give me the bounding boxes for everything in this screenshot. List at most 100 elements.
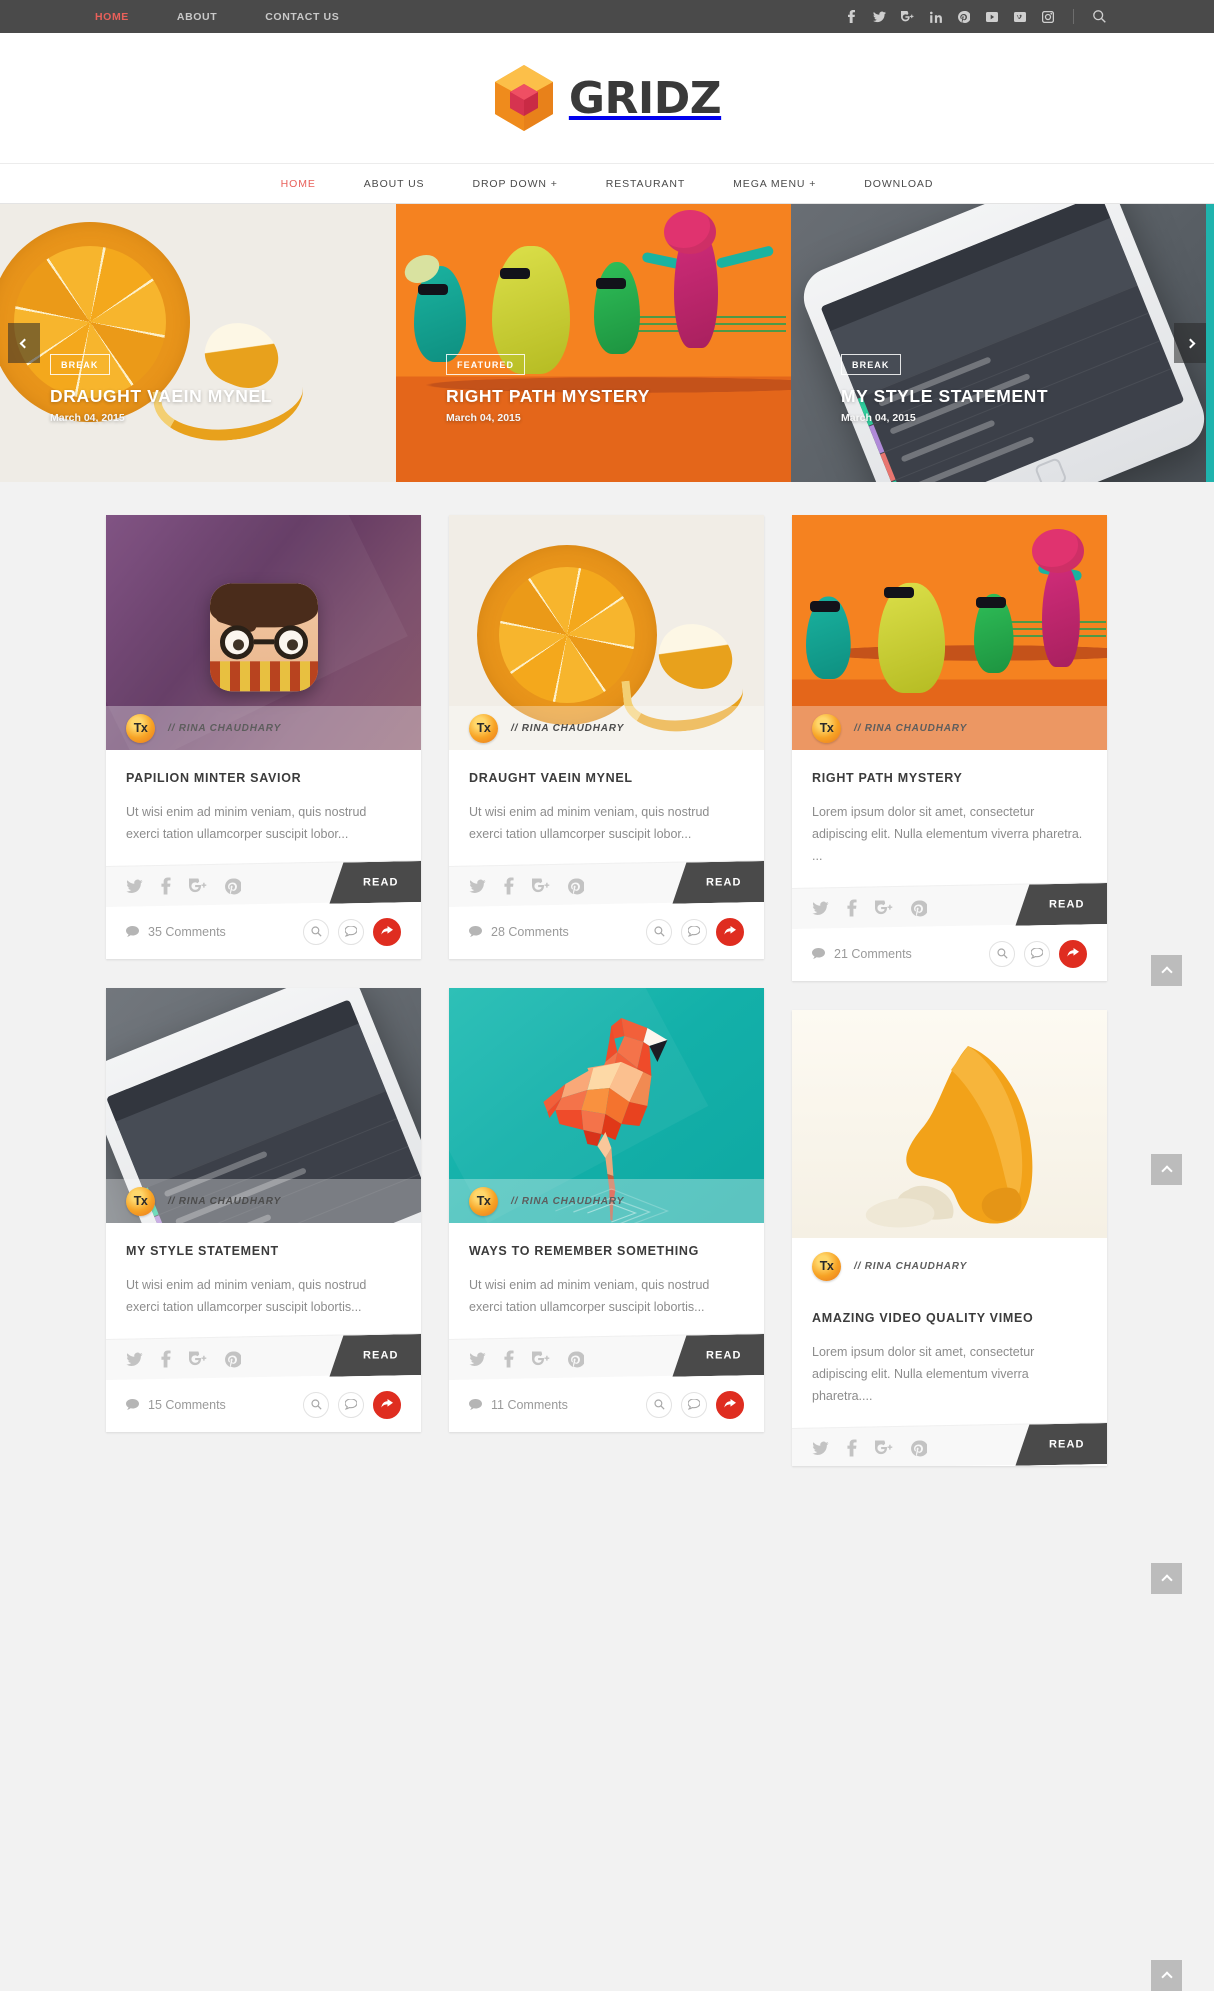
- top-bar: HOME ABOUT CONTACT US: [0, 0, 1214, 33]
- googleplus-icon[interactable]: [189, 1351, 207, 1366]
- pinterest-icon[interactable]: [225, 877, 241, 894]
- post-author: Tx // RINA CHAUDHARY: [449, 1179, 764, 1223]
- slide-my-style-statement[interactable]: BREAK MY STYLE STATEMENT March 04, 2015: [791, 204, 1214, 482]
- comment-count[interactable]: 35 Comments: [126, 925, 226, 939]
- twitter-icon[interactable]: [873, 10, 886, 24]
- search-icon[interactable]: [646, 918, 672, 945]
- pinterest-icon[interactable]: [568, 877, 584, 894]
- googleplus-icon[interactable]: [901, 10, 914, 24]
- comment-count[interactable]: 21 Comments: [812, 947, 912, 961]
- topnav-item-home[interactable]: HOME: [95, 11, 129, 23]
- author-name: // RINA CHAUDHARY: [168, 722, 282, 734]
- nav-item-restaurant[interactable]: RESTAURANT: [606, 178, 685, 190]
- comment-icon[interactable]: [338, 918, 364, 945]
- pinterest-icon[interactable]: [911, 899, 927, 916]
- scroll-to-top-button[interactable]: [1151, 1563, 1182, 1594]
- slide-title: RIGHT PATH MYSTERY: [446, 386, 650, 406]
- share-icon[interactable]: [716, 1390, 744, 1419]
- post-title[interactable]: WAYS TO REMEMBER SOMETHING: [469, 1244, 744, 1258]
- post-thumbnail[interactable]: [792, 1010, 1107, 1238]
- googleplus-icon[interactable]: [875, 1440, 893, 1455]
- post-title[interactable]: MY STYLE STATEMENT: [126, 1244, 401, 1258]
- slider-next-button[interactable]: [1174, 323, 1206, 363]
- slider-prev-button[interactable]: [8, 323, 40, 363]
- avatar: Tx: [469, 1186, 498, 1216]
- post-title[interactable]: AMAZING VIDEO QUALITY VIMEO: [812, 1311, 1087, 1325]
- post-card[interactable]: Tx // RINA CHAUDHARY PAPILION MINTER SAV…: [106, 515, 421, 959]
- facebook-icon[interactable]: [504, 1350, 514, 1368]
- facebook-icon[interactable]: [845, 10, 858, 24]
- linkedin-icon[interactable]: [929, 10, 942, 24]
- facebook-icon[interactable]: [504, 877, 514, 895]
- read-more-button[interactable]: READ: [672, 1334, 764, 1377]
- search-icon[interactable]: [1093, 10, 1106, 24]
- post-author: Tx // RINA CHAUDHARY: [106, 706, 421, 750]
- read-more-button[interactable]: READ: [329, 1334, 421, 1377]
- topnav-item-about[interactable]: ABOUT: [177, 11, 217, 23]
- slide-right-path-mystery[interactable]: FEATURED RIGHT PATH MYSTERY March 04, 20…: [396, 204, 791, 482]
- topnav-item-contact-us[interactable]: CONTACT US: [265, 11, 339, 23]
- read-more-button[interactable]: READ: [329, 861, 421, 904]
- clay-characters-artwork: [396, 204, 791, 482]
- twitter-icon[interactable]: [126, 1351, 143, 1366]
- share-icon[interactable]: [373, 1390, 401, 1419]
- read-more-button[interactable]: READ: [1015, 1423, 1107, 1466]
- search-icon[interactable]: [989, 940, 1015, 967]
- scroll-to-top-button[interactable]: [1151, 1154, 1182, 1185]
- pinterest-icon[interactable]: [568, 1350, 584, 1367]
- nav-item-mega-menu[interactable]: MEGA MENU +: [733, 178, 816, 190]
- googleplus-icon[interactable]: [532, 878, 550, 893]
- share-icon[interactable]: [373, 917, 401, 946]
- instagram-icon[interactable]: [1041, 10, 1054, 24]
- nav-item-drop-down[interactable]: DROP DOWN +: [472, 178, 557, 190]
- search-icon[interactable]: [303, 1391, 329, 1418]
- twitter-icon[interactable]: [812, 1440, 829, 1455]
- nav-item-home[interactable]: HOME: [281, 178, 316, 190]
- post-title[interactable]: PAPILION MINTER SAVIOR: [126, 771, 401, 785]
- vimeo-icon[interactable]: [1013, 10, 1026, 24]
- comment-count[interactable]: 15 Comments: [126, 1398, 226, 1412]
- search-icon[interactable]: [303, 918, 329, 945]
- post-title[interactable]: DRAUGHT VAEIN MYNEL: [469, 771, 744, 785]
- slide-draught-vaein-mynel[interactable]: BREAK DRAUGHT VAEIN MYNEL March 04, 2015: [0, 204, 396, 482]
- googleplus-icon[interactable]: [875, 900, 893, 915]
- share-icon[interactable]: [716, 917, 744, 946]
- post-card[interactable]: Tx // RINA CHAUDHARY MY STYLE STATEMENT …: [106, 988, 421, 1432]
- nav-item-download[interactable]: DOWNLOAD: [864, 178, 933, 190]
- read-more-button[interactable]: READ: [1015, 883, 1107, 926]
- avatar: Tx: [126, 713, 155, 743]
- slide-caption: FEATURED RIGHT PATH MYSTERY March 04, 20…: [446, 354, 650, 424]
- pinterest-icon[interactable]: [957, 10, 970, 24]
- googleplus-icon[interactable]: [532, 1351, 550, 1366]
- post-card[interactable]: Tx // RINA CHAUDHARY DRAUGHT VAEIN MYNEL…: [449, 515, 764, 959]
- twitter-icon[interactable]: [812, 900, 829, 915]
- post-title[interactable]: RIGHT PATH MYSTERY: [812, 771, 1087, 785]
- twitter-icon[interactable]: [126, 878, 143, 893]
- pinterest-icon[interactable]: [225, 1350, 241, 1367]
- comment-count[interactable]: 28 Comments: [469, 925, 569, 939]
- googleplus-icon[interactable]: [189, 878, 207, 893]
- comment-count[interactable]: 11 Comments: [469, 1398, 568, 1412]
- comment-icon[interactable]: [681, 918, 707, 945]
- scroll-to-top-button[interactable]: [1151, 955, 1182, 986]
- nav-item-about-us[interactable]: ABOUT US: [364, 178, 425, 190]
- post-card[interactable]: Tx // RINA CHAUDHARY AMAZING VIDEO QUALI…: [792, 1010, 1107, 1466]
- pinterest-icon[interactable]: [911, 1439, 927, 1456]
- facebook-icon[interactable]: [161, 1350, 171, 1368]
- read-more-button[interactable]: READ: [672, 861, 764, 904]
- twitter-icon[interactable]: [469, 878, 486, 893]
- scroll-to-top-button[interactable]: [1151, 1960, 1182, 1991]
- twitter-icon[interactable]: [469, 1351, 486, 1366]
- comment-icon[interactable]: [338, 1391, 364, 1418]
- youtube-icon[interactable]: [985, 10, 998, 24]
- facebook-icon[interactable]: [847, 1439, 857, 1457]
- comment-icon[interactable]: [681, 1391, 707, 1418]
- site-logo[interactable]: GRIDZ: [493, 64, 722, 132]
- post-card[interactable]: Tx // RINA CHAUDHARY WAYS TO REMEMBER SO…: [449, 988, 764, 1432]
- comment-icon[interactable]: [1024, 940, 1050, 967]
- facebook-icon[interactable]: [161, 877, 171, 895]
- facebook-icon[interactable]: [847, 899, 857, 917]
- share-icon[interactable]: [1059, 939, 1087, 968]
- search-icon[interactable]: [646, 1391, 672, 1418]
- post-card[interactable]: Tx // RINA CHAUDHARY RIGHT PATH MYSTERY …: [792, 515, 1107, 981]
